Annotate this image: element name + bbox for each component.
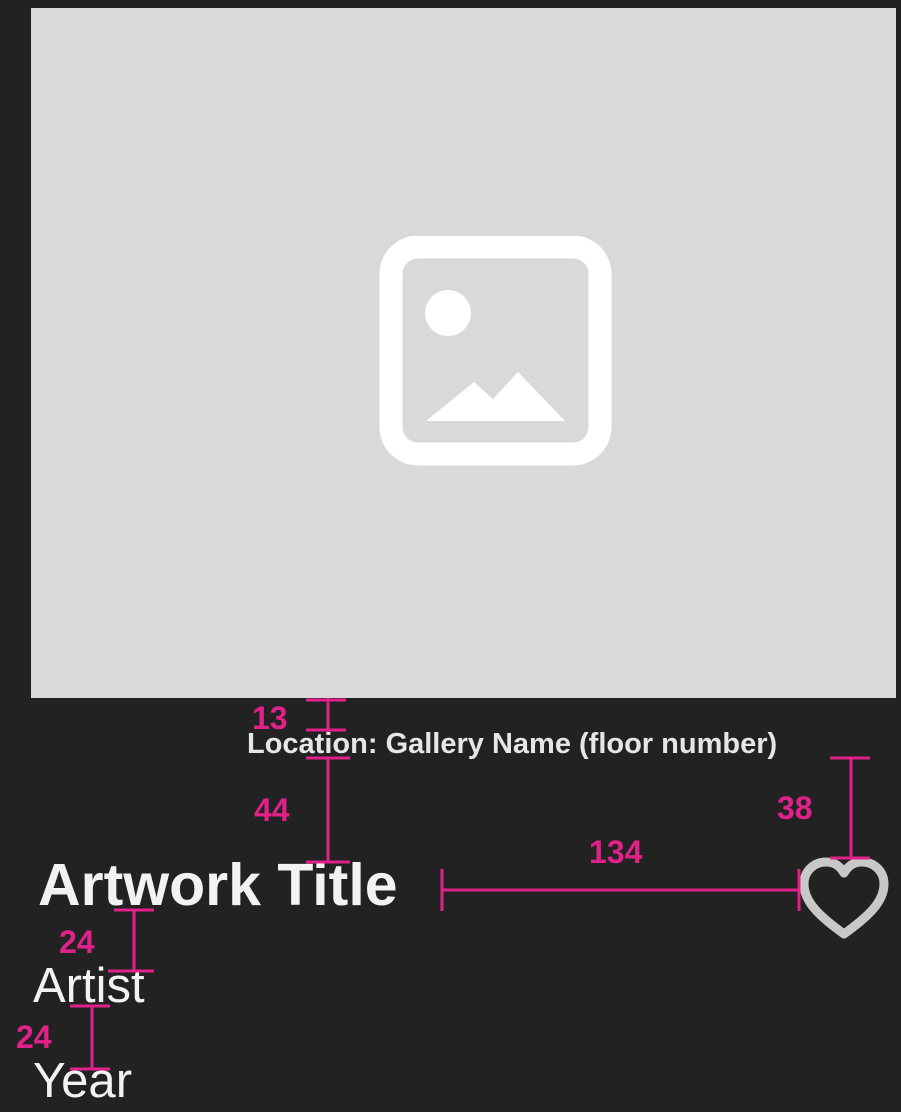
- image-placeholder-icon: [379, 236, 612, 466]
- artwork-year: Year: [33, 1054, 133, 1108]
- measure-image-to-location: 13: [252, 700, 288, 736]
- measure-location-to-heart: 38: [777, 790, 813, 826]
- heart-icon[interactable]: [796, 856, 892, 942]
- artwork-title: Artwork Title: [38, 852, 398, 918]
- location-line: Location: Gallery Name (floor number): [247, 728, 777, 761]
- location-value: Gallery Name (floor number): [385, 728, 778, 760]
- artist-name: Artist: [33, 959, 145, 1013]
- measure-title-to-artist: 24: [59, 924, 95, 960]
- artwork-image-placeholder[interactable]: [31, 8, 896, 698]
- measure-artist-to-year: 24: [16, 1019, 52, 1055]
- measure-title-to-heart: 134: [589, 834, 643, 870]
- measure-location-to-title: 44: [254, 792, 290, 828]
